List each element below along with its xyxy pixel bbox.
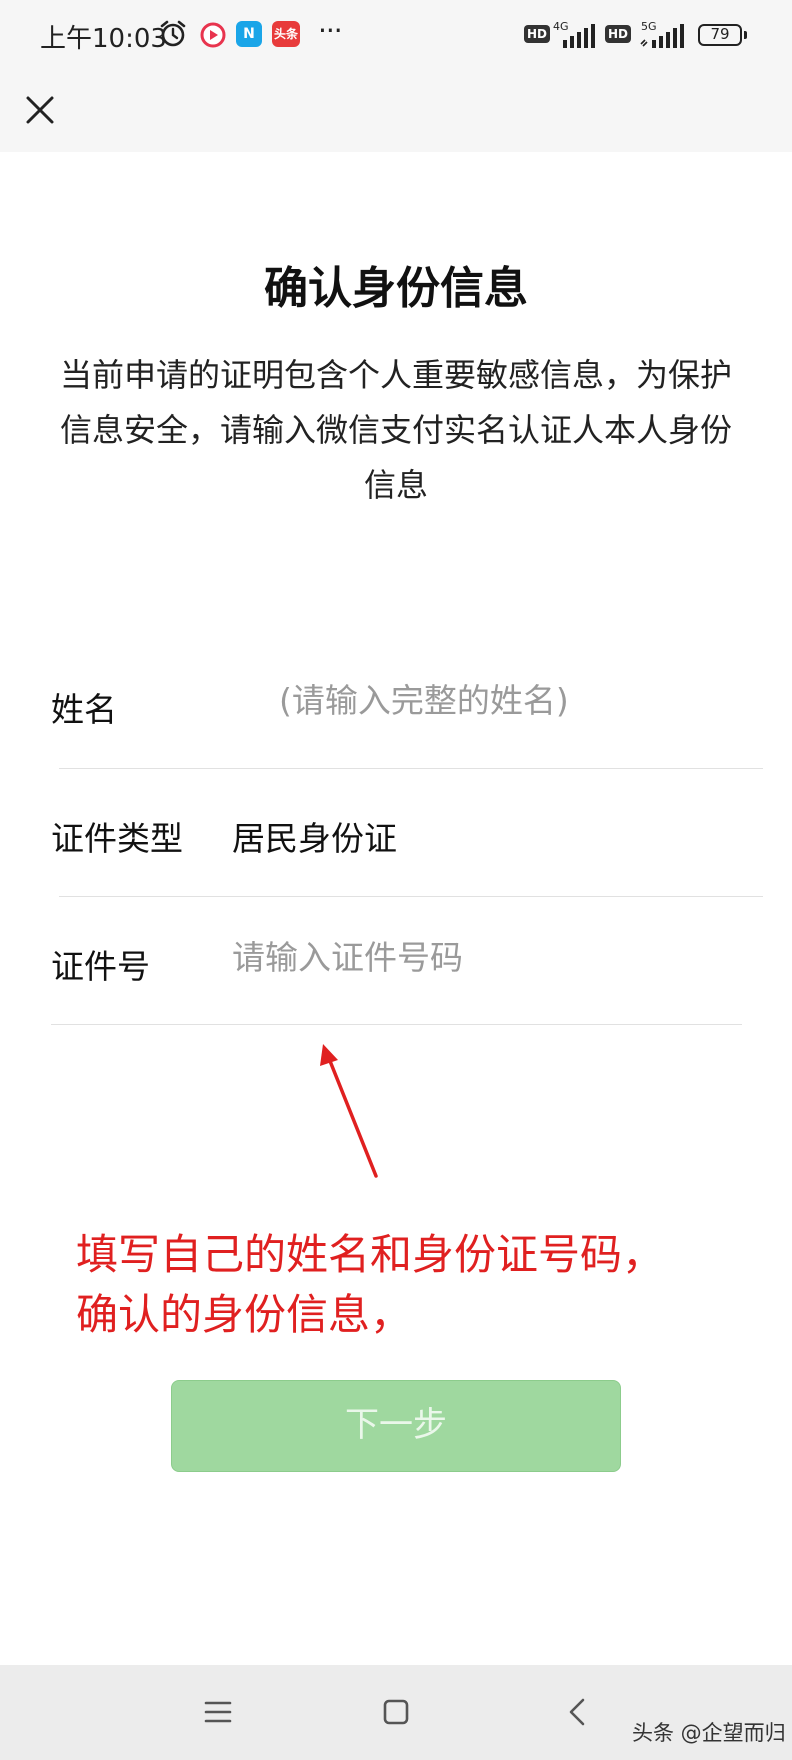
annotation-line-1: 填写自己的姓名和身份证号码， — [76, 1230, 665, 1279]
toutiao-app-icon: 头条 — [272, 21, 300, 47]
menu-icon[interactable] — [198, 1692, 238, 1732]
back-icon[interactable] — [558, 1692, 598, 1732]
status-time: 上午10:03 — [40, 24, 167, 54]
page-description: 当前申请的证明包含个人重要敏感信息，为保护信息安全，请输入微信支付实名认证人本人… — [60, 356, 733, 504]
home-icon[interactable] — [376, 1692, 416, 1732]
annotation-line-2: 确认的身份信息， — [76, 1290, 413, 1339]
name-label: 姓名 — [51, 690, 117, 729]
name-row: 姓名 — [0, 636, 792, 764]
watermark: 头条 @企望而归 — [632, 1721, 786, 1745]
close-icon[interactable] — [20, 90, 60, 130]
top-nav-bar — [0, 72, 792, 152]
signal-icon-2 — [640, 24, 686, 52]
more-notifications-icon: ··· — [318, 14, 343, 47]
next-step-button[interactable]: 下一步 — [171, 1380, 621, 1472]
news-app-n-icon: N — [236, 21, 262, 47]
id-number-input[interactable] — [232, 933, 732, 981]
annotation-arrow — [320, 1044, 378, 1178]
signal-icon-1 — [563, 24, 597, 52]
id-type-label: 证件类型 — [51, 819, 183, 858]
battery-indicator: 79 — [698, 24, 747, 46]
alarm-icon — [158, 19, 188, 53]
annotation-text: 填写自己的姓名和身份证号码， 确认的身份信息， — [76, 1225, 756, 1345]
video-app-icon — [200, 22, 226, 52]
id-type-row[interactable]: 证件类型 居民身份证 — [0, 765, 792, 893]
page-title: 确认身份信息 — [264, 263, 528, 314]
divider — [51, 1024, 742, 1025]
name-input[interactable] — [279, 676, 779, 724]
hd-badge-1: HD — [524, 25, 551, 43]
id-type-value[interactable]: 居民身份证 — [232, 812, 397, 860]
hd-badge-2: HD — [605, 25, 632, 43]
status-bar: 上午10:03 N 头条 ··· HD 4G HD 5G 79 — [0, 0, 792, 72]
id-number-label: 证件号 — [51, 947, 150, 986]
id-number-row: 证件号 — [0, 893, 792, 1021]
